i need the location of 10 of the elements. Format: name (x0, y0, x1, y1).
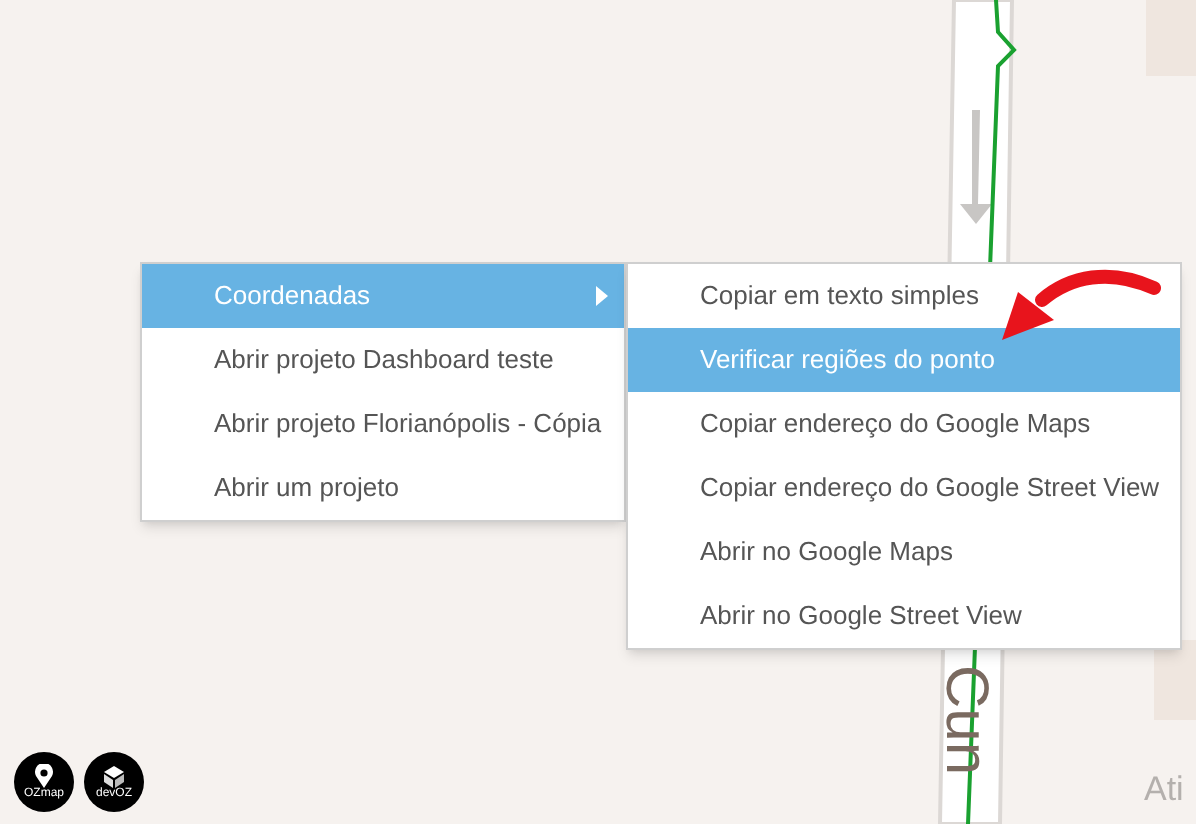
menu-item[interactable]: Copiar endereço do Google Maps (628, 392, 1180, 456)
menu-item[interactable]: Abrir projeto Florianópolis - Cópia (142, 392, 624, 456)
street-label: Ati (1144, 772, 1184, 806)
street-label: Cun (935, 664, 996, 776)
menu-item[interactable]: Abrir projeto Dashboard teste (142, 328, 624, 392)
menu-item[interactable]: Abrir no Google Street View (628, 584, 1180, 648)
menu-item[interactable]: Abrir um projeto (142, 456, 624, 520)
menu-item[interactable]: Copiar endereço do Google Street View (628, 456, 1180, 520)
menu-item[interactable]: Abrir no Google Maps (628, 520, 1180, 584)
menu-item[interactable]: Copiar em texto simples (628, 264, 1180, 328)
